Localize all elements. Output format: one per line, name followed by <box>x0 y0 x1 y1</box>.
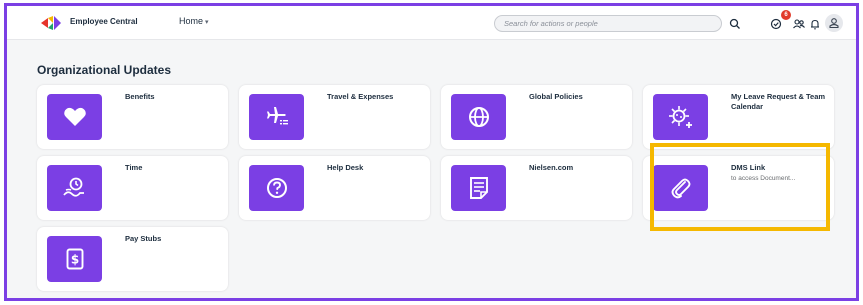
tile-title: Time <box>125 163 143 172</box>
tile-help-desk[interactable]: Help Desk <box>239 156 430 220</box>
tile-leave-request[interactable]: My Leave Request & Team Calendar <box>643 85 834 149</box>
tasks-icon[interactable] <box>769 17 783 31</box>
highlight-box <box>650 143 830 231</box>
tile-title: My Leave Request & Team Calendar <box>731 92 826 111</box>
tile-pay-stubs[interactable]: $ Pay Stubs <box>37 227 228 291</box>
tile-global-policies[interactable]: Global Policies <box>441 85 632 149</box>
bell-icon[interactable] <box>808 17 822 31</box>
tile-title: Help Desk <box>327 163 364 172</box>
user-icon <box>829 18 839 29</box>
document-icon <box>451 165 506 211</box>
airplane-icon <box>249 94 304 140</box>
tile-title: Global Policies <box>529 92 583 101</box>
search-input[interactable]: Search for actions or people <box>494 15 722 32</box>
home-menu-label: Home <box>179 16 204 26</box>
virus-plus-icon <box>653 94 708 140</box>
tile-title: Benefits <box>125 92 155 101</box>
people-icon[interactable] <box>792 17 806 31</box>
tile-title: Pay Stubs <box>125 234 162 243</box>
app-name: Employee Central <box>70 17 138 26</box>
dollar-document-icon: $ <box>47 236 102 282</box>
home-menu[interactable]: Home ▾ <box>179 16 209 26</box>
company-logo[interactable] <box>41 16 65 30</box>
section-title: Organizational Updates <box>37 63 172 77</box>
app-window: Employee Central Home ▾ Search for action… <box>4 3 859 301</box>
tile-benefits[interactable]: Benefits <box>37 85 228 149</box>
globe-icon <box>451 94 506 140</box>
tile-title: Nielsen.com <box>529 163 574 172</box>
chevron-down-icon: ▾ <box>205 19 209 26</box>
avatar[interactable] <box>825 14 843 32</box>
shell-bar: Employee Central Home ▾ Search for action… <box>7 6 856 40</box>
tile-title: Travel & Expenses <box>327 92 394 101</box>
question-icon <box>249 165 304 211</box>
tile-time[interactable]: Time <box>37 156 228 220</box>
svg-text:$: $ <box>70 253 78 267</box>
tile-nielsen[interactable]: Nielsen.com <box>441 156 632 220</box>
heart-icon <box>47 94 102 140</box>
tile-travel-expenses[interactable]: Travel & Expenses <box>239 85 430 149</box>
search-icon[interactable] <box>728 17 742 31</box>
notification-count-badge: 6 <box>781 10 791 20</box>
time-travel-icon <box>47 165 102 211</box>
